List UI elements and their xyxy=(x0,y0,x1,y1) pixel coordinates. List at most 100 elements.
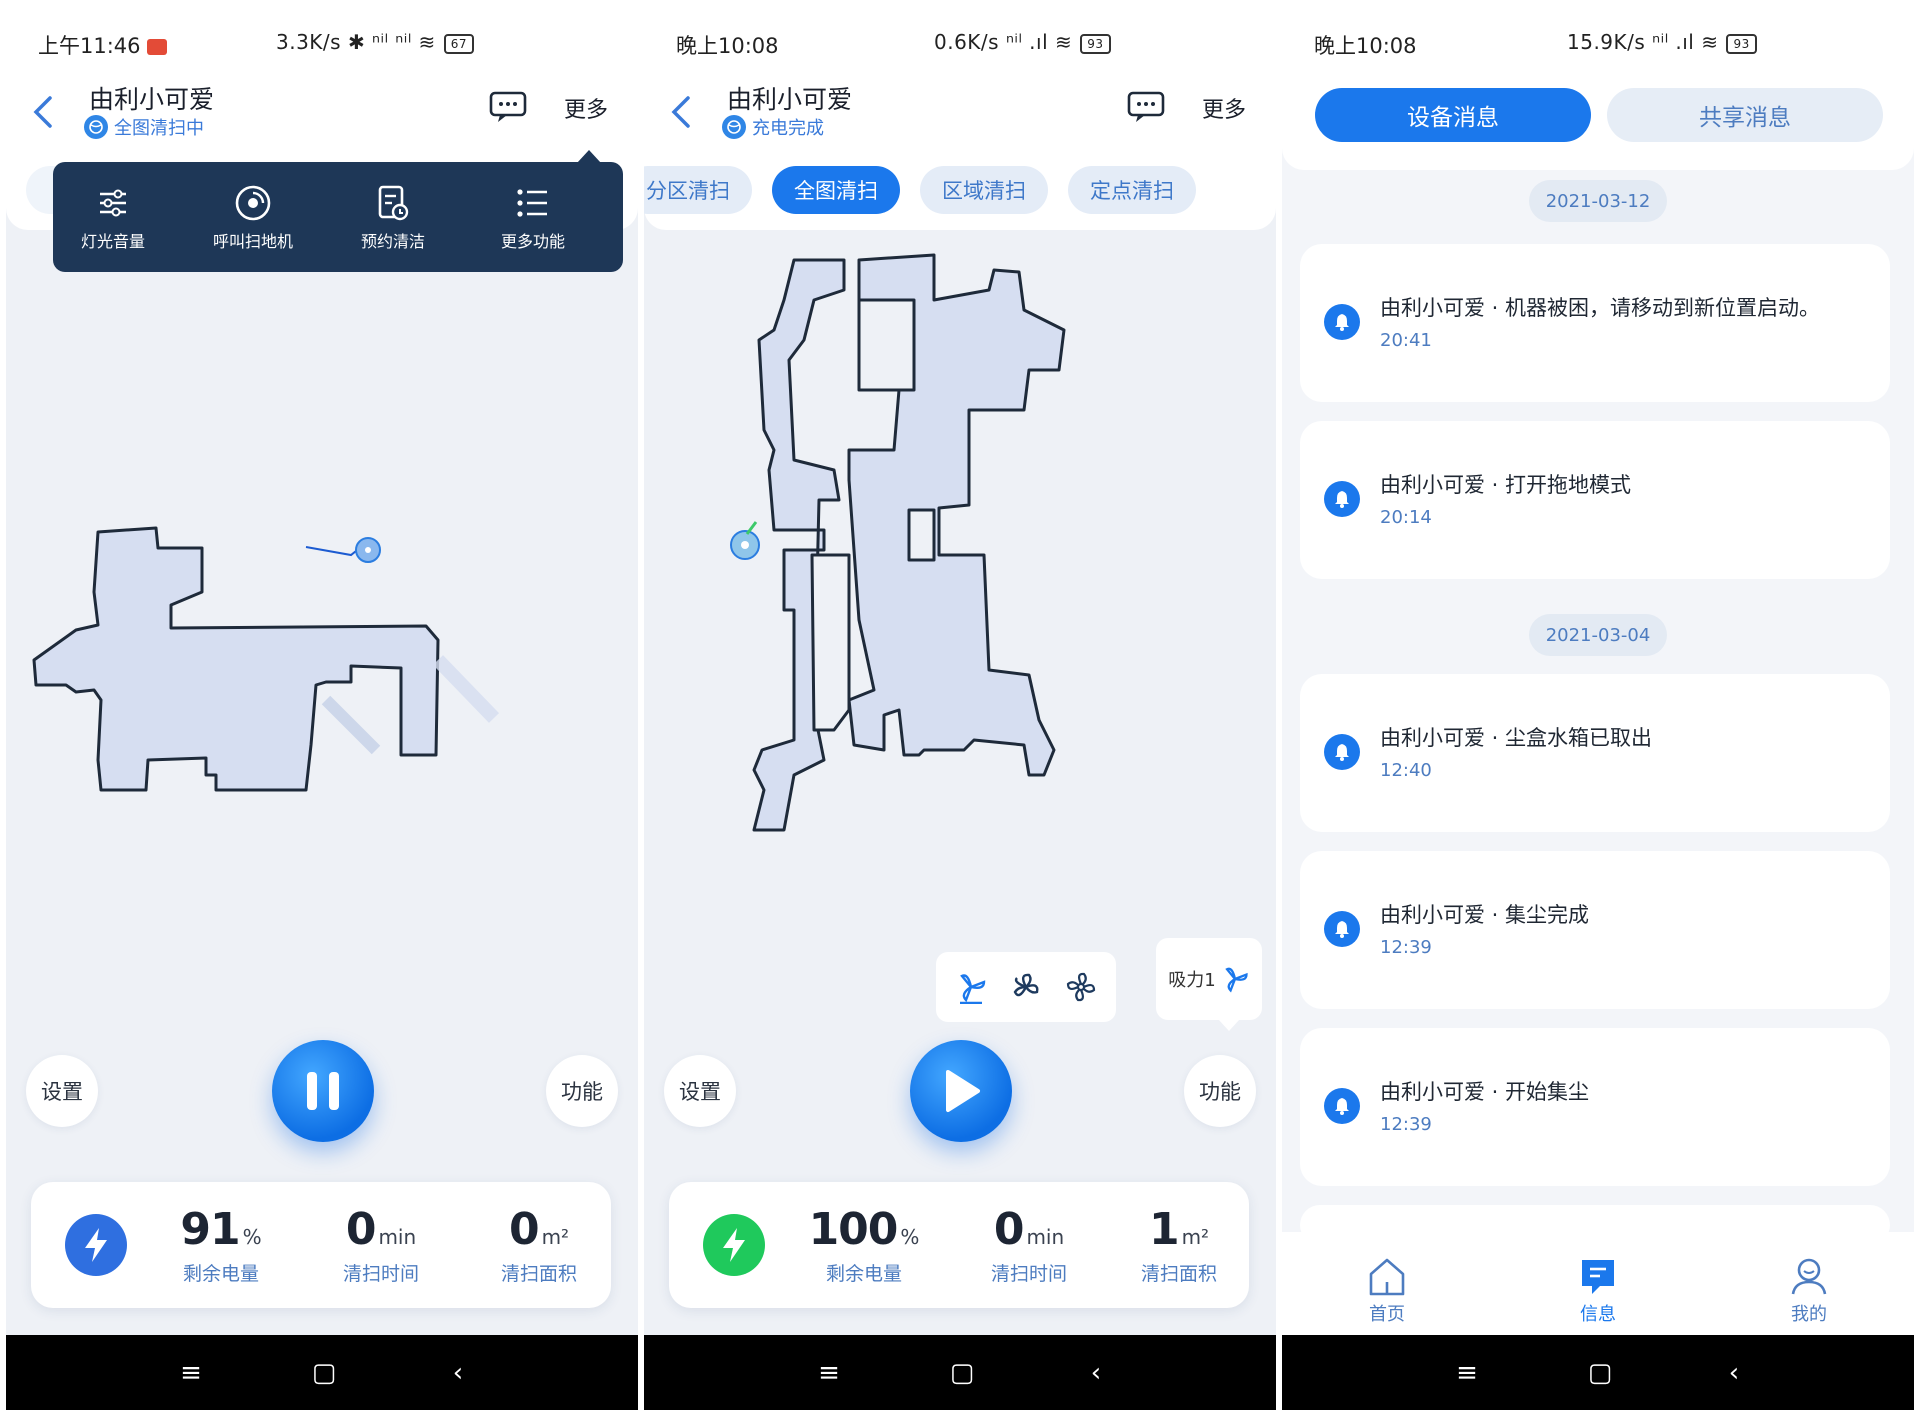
nav-messages[interactable]: 信息 xyxy=(1558,1246,1638,1326)
date-chip: 2021-03-04 xyxy=(1529,614,1667,656)
menu-item-more-functions[interactable]: 更多功能 xyxy=(473,178,593,252)
function-button[interactable]: 功能 xyxy=(546,1055,618,1127)
back-nav-icon[interactable]: ‹ xyxy=(1076,1355,1116,1391)
tab-share-messages[interactable]: 共享消息 xyxy=(1607,88,1883,142)
message-tabs: 设备消息 共享消息 xyxy=(1282,80,1914,170)
fan-level-1-icon[interactable] xyxy=(954,970,988,1004)
home-nav-icon[interactable]: ▢ xyxy=(304,1355,344,1391)
more-button[interactable]: 更多 xyxy=(1202,92,1246,124)
device-name: 由利小可爱 xyxy=(89,85,215,114)
message-text: 由利小可爱 · 尘盒水箱已取出 xyxy=(1380,726,1653,750)
device-name: 由利小可爱 xyxy=(727,85,853,114)
status-bar: 晚上10:08 0.6K/s ⁿⁱˡ .ıl ≋ 93 xyxy=(644,0,1276,80)
stats-card: 100% 剩余电量 0 min 清扫时间 1 m² 清扫面积 xyxy=(669,1182,1249,1308)
fan-level-3-icon[interactable] xyxy=(1064,970,1098,1004)
suction-level-label: 吸力1 xyxy=(1168,970,1216,991)
robot-map-screen-cleaning: 上午11:46 3.3K/s ✱ ⁿⁱˡ ⁿⁱˡ ≋ 67 由利小可爱 全图清扫中… xyxy=(6,0,638,1410)
globe-icon xyxy=(722,115,746,139)
battery-bolt-icon xyxy=(65,1214,127,1276)
start-button[interactable] xyxy=(910,1040,1012,1142)
menu-item-light-volume[interactable]: 灯光音量 xyxy=(53,178,173,252)
status-time: 晚上10:08 xyxy=(676,34,779,58)
mode-tabs: 分区清扫 全图清扫 区域清扫 定点清扫 xyxy=(644,150,1276,230)
device-status: 充电完成 xyxy=(722,114,824,140)
battery-stat: 100% 剩余电量 xyxy=(808,1204,920,1285)
status-network: 0.6K/s ⁿⁱˡ .ıl ≋ 93 xyxy=(934,30,1111,54)
recent-apps-icon[interactable]: ≡ xyxy=(809,1355,849,1391)
fan-level-1-icon xyxy=(1224,967,1248,993)
function-button[interactable]: 功能 xyxy=(1184,1055,1256,1127)
play-icon xyxy=(946,1070,980,1112)
status-bar: 晚上10:08 15.9K/s ⁿⁱˡ .ıl ≋ 93 xyxy=(1282,0,1914,80)
message-item[interactable]: 由利小可爱 · 集尘完成 12:39 xyxy=(1300,851,1890,1009)
message-item[interactable]: 由利小可爱 · 尘盒水箱已取出 12:40 xyxy=(1300,674,1890,832)
bell-icon xyxy=(1324,734,1360,770)
message-item[interactable]: 由利小可爱 · 机器被困，请移动到新位置启动。 20:41 xyxy=(1300,244,1890,402)
recent-apps-icon[interactable]: ≡ xyxy=(171,1355,211,1391)
settings-button[interactable]: 设置 xyxy=(664,1055,736,1127)
robot-map-screen-charged: 晚上10:08 0.6K/s ⁿⁱˡ .ıl ≋ 93 由利小可爱 充电完成 更多… xyxy=(644,0,1276,1410)
tab-device-messages[interactable]: 设备消息 xyxy=(1315,88,1591,142)
more-button[interactable]: 更多 xyxy=(564,92,608,124)
message-text: 由利小可爱 · 打开拖地模式 xyxy=(1380,473,1632,497)
chat-icon[interactable] xyxy=(1126,90,1166,124)
suction-level-button[interactable]: 吸力1 xyxy=(1156,938,1262,1031)
status-time: 上午11:46 xyxy=(38,30,167,60)
cleaning-map[interactable] xyxy=(6,230,638,1130)
bottom-nav: 首页 信息 我的 xyxy=(1282,1232,1914,1335)
clean-area-stat: 0 m² 清扫面积 xyxy=(500,1204,577,1285)
pause-button[interactable] xyxy=(272,1040,374,1142)
home-nav-icon[interactable]: ▢ xyxy=(1580,1355,1620,1391)
mode-tab-area[interactable]: 区域清扫 xyxy=(920,166,1048,214)
bell-icon xyxy=(1324,911,1360,947)
clean-area-stat: 1 m² 清扫面积 xyxy=(1140,1204,1217,1285)
notification-badge-icon xyxy=(146,39,167,55)
home-icon xyxy=(1369,1258,1405,1296)
status-network: 3.3K/s ✱ ⁿⁱˡ ⁿⁱˡ ≋ 67 xyxy=(276,30,475,54)
bell-icon xyxy=(1324,304,1360,340)
system-nav-bar: ≡ ▢ ‹ xyxy=(1282,1335,1914,1410)
message-item[interactable]: 由利小可爱 · 打开拖地模式 20:14 xyxy=(1300,421,1890,579)
recent-apps-icon[interactable]: ≡ xyxy=(1447,1355,1487,1391)
battery-indicator: 93 xyxy=(1726,33,1757,54)
message-text: 由利小可爱 · 开始集尘 xyxy=(1380,1080,1590,1104)
battery-bolt-icon xyxy=(703,1214,765,1276)
nav-profile[interactable]: 我的 xyxy=(1769,1246,1849,1326)
battery-indicator: 67 xyxy=(443,33,475,54)
call-robot-icon xyxy=(235,185,271,221)
clean-time-stat: 0 min 清扫时间 xyxy=(342,1204,419,1285)
schedule-icon xyxy=(378,185,409,221)
battery-stat: 91% 剩余电量 xyxy=(180,1204,262,1285)
back-arrow-icon[interactable] xyxy=(662,90,706,134)
messages-screen: 晚上10:08 15.9K/s ⁿⁱˡ .ıl ≋ 93 设备消息 共享消息 20… xyxy=(1282,0,1914,1410)
fan-level-2-icon[interactable] xyxy=(1009,970,1043,1004)
back-nav-icon[interactable]: ‹ xyxy=(438,1355,478,1391)
message-time: 20:14 xyxy=(1380,507,1432,528)
message-time: 20:41 xyxy=(1380,330,1432,351)
nav-home[interactable]: 首页 xyxy=(1347,1246,1427,1326)
status-time: 晚上10:08 xyxy=(1314,34,1417,58)
system-nav-bar: ≡ ▢ ‹ xyxy=(6,1335,638,1410)
system-nav-bar: ≡ ▢ ‹ xyxy=(644,1335,1276,1410)
message-time: 12:40 xyxy=(1380,760,1432,781)
pause-icon xyxy=(307,1072,339,1110)
profile-icon xyxy=(1791,1258,1827,1295)
home-nav-icon[interactable]: ▢ xyxy=(942,1355,982,1391)
message-time: 12:39 xyxy=(1380,937,1432,958)
message-text: 由利小可爱 · 集尘完成 xyxy=(1380,903,1590,927)
sliders-icon xyxy=(100,189,126,217)
globe-icon xyxy=(84,115,108,139)
settings-button[interactable]: 设置 xyxy=(26,1055,98,1127)
mode-tab-zone[interactable]: 分区清扫 xyxy=(644,166,752,214)
back-arrow-icon[interactable] xyxy=(24,90,68,134)
back-nav-icon[interactable]: ‹ xyxy=(1714,1355,1754,1391)
mode-tab-spot[interactable]: 定点清扫 xyxy=(1068,166,1196,214)
mode-tab-full[interactable]: 全图清扫 xyxy=(772,166,900,214)
message-item[interactable]: 由利小可爱 · 开始集尘 12:39 xyxy=(1300,1028,1890,1186)
clean-time-stat: 0 min 清扫时间 xyxy=(990,1204,1067,1285)
chat-icon[interactable] xyxy=(488,90,528,124)
menu-item-schedule[interactable]: 预约清洁 xyxy=(333,178,453,252)
suction-level-selector xyxy=(936,952,1116,1022)
message-time: 12:39 xyxy=(1380,1114,1432,1135)
menu-item-call-robot[interactable]: 呼叫扫地机 xyxy=(193,178,313,252)
